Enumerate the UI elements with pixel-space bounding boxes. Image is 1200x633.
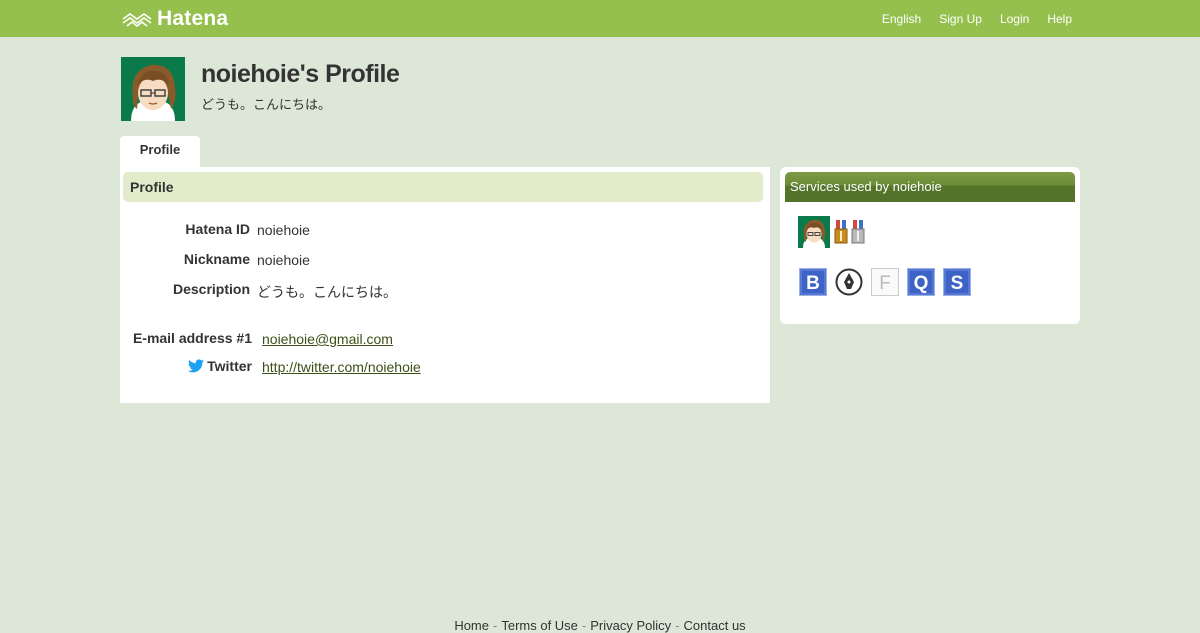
footer-privacy-link[interactable]: Privacy Policy — [590, 618, 671, 633]
svg-text:B: B — [806, 273, 820, 294]
footer-separator: - — [493, 618, 498, 633]
footer-contact-link[interactable]: Contact us — [684, 618, 746, 633]
top-navigation: English Sign Up Login Help — [882, 0, 1072, 37]
profile-panel: Profile Hatena ID noiehoie Nickname noie… — [120, 167, 770, 403]
gold-medal-icon[interactable] — [834, 220, 848, 244]
login-link[interactable]: Login — [1000, 12, 1029, 26]
page-title: noiehoie's Profile — [201, 60, 400, 88]
twitter-label: Twitter — [207, 358, 252, 374]
twitter-link[interactable]: http://twitter.com/noiehoie — [262, 359, 421, 375]
user-avatar-small[interactable] — [798, 216, 830, 248]
star-s-icon[interactable]: S — [943, 268, 971, 296]
fotolife-f-icon[interactable]: F — [871, 268, 899, 296]
english-link[interactable]: English — [882, 12, 921, 26]
nickname-value: noiehoie — [257, 252, 310, 268]
twitter-label-group: Twitter — [188, 358, 252, 374]
footer-terms-link[interactable]: Terms of Use — [501, 618, 578, 633]
hatena-wing-icon — [122, 12, 152, 27]
help-link[interactable]: Help — [1047, 12, 1072, 26]
question-q-icon[interactable]: Q — [907, 268, 935, 296]
profile-avatar — [121, 57, 185, 121]
description-label: Description — [172, 281, 250, 297]
bookmark-b-icon[interactable]: B — [799, 268, 827, 296]
email-link[interactable]: noiehoie@gmail.com — [262, 331, 393, 347]
services-title: Services used by noiehoie — [785, 172, 1075, 202]
footer: Home - Terms of Use - Privacy Policy - Contact… — [0, 618, 1200, 633]
services-panel: Services used by noiehoie B F Q S — [780, 167, 1080, 324]
svg-text:Q: Q — [914, 273, 929, 294]
footer-home-link[interactable]: Home — [454, 618, 489, 633]
page-subtitle: どうも。こんにちは。 — [201, 97, 332, 112]
footer-separator: - — [675, 618, 680, 633]
profile-section-title: Profile — [123, 172, 763, 202]
email-label: E-mail address #1 — [132, 330, 252, 346]
twitter-bird-icon — [188, 359, 205, 373]
hatena-logo[interactable]: Hatena — [121, 6, 229, 30]
tab-profile[interactable]: Profile — [120, 136, 200, 167]
top-bar: Hatena English Sign Up Login Help — [0, 0, 1200, 37]
footer-separator: - — [581, 618, 587, 633]
svg-text:S: S — [951, 273, 964, 294]
svg-text:F: F — [879, 273, 891, 294]
hatena-id-label: Hatena ID — [185, 221, 250, 237]
description-value: どうも。こんにちは。 — [257, 284, 397, 300]
silver-medal-icon[interactable] — [851, 220, 865, 244]
hatena-id-value: noiehoie — [257, 222, 310, 238]
nickname-label: Nickname — [183, 251, 250, 267]
brand-name: Hatena — [157, 6, 229, 30]
fountain-pen-icon[interactable] — [835, 268, 863, 296]
signup-link[interactable]: Sign Up — [939, 12, 982, 26]
